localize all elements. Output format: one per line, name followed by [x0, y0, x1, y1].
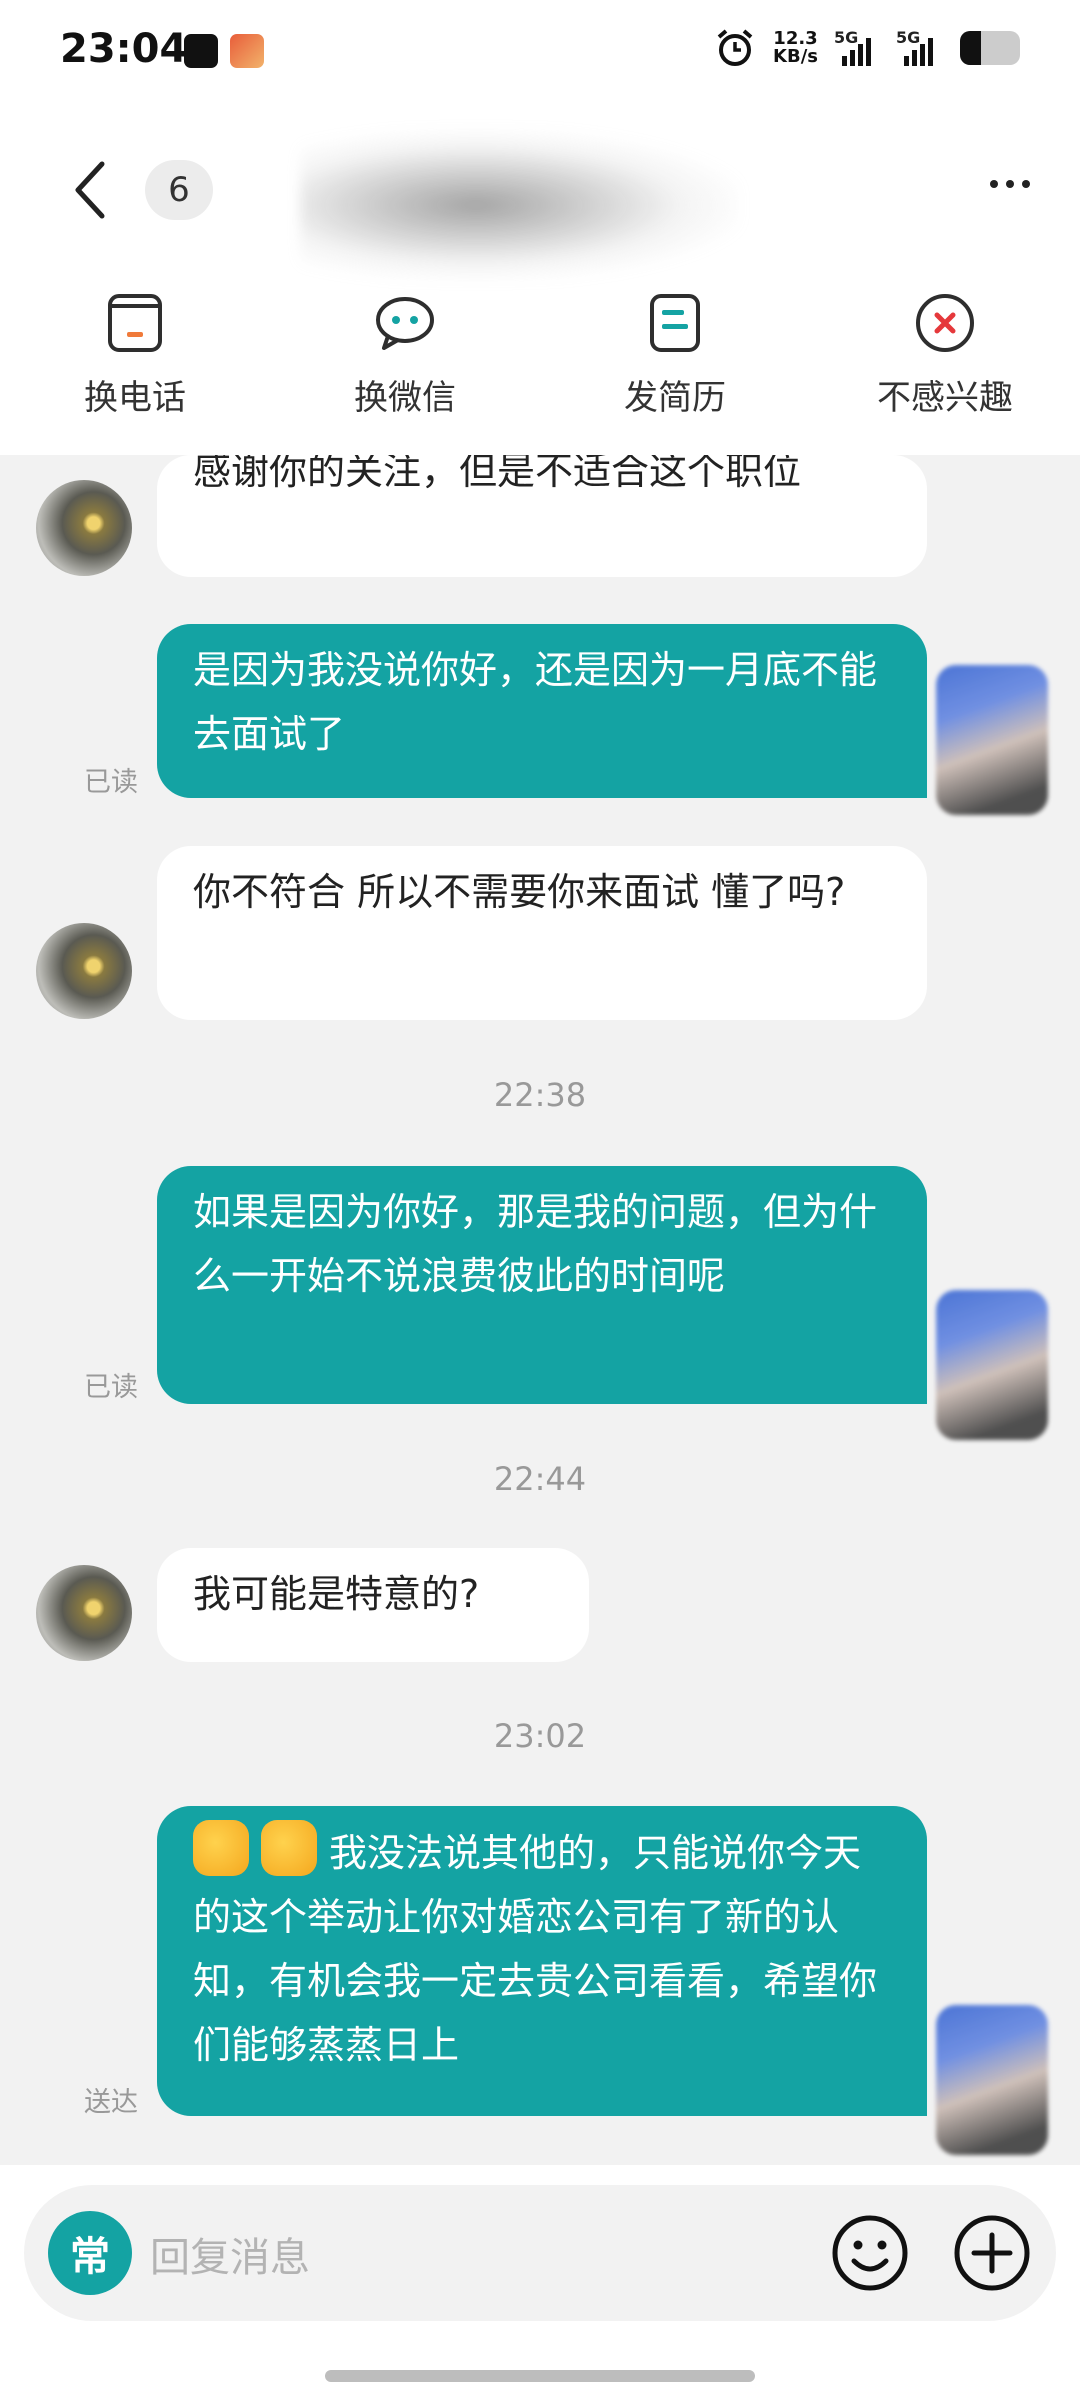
- swap-phone-label: 换电话: [84, 378, 186, 418]
- battery-fill: [960, 31, 981, 65]
- not-interested-icon: [916, 294, 974, 352]
- more-options-icon[interactable]: [990, 180, 1030, 188]
- signal-label: 5G: [834, 28, 859, 47]
- wechat-bubble-icon: [376, 297, 434, 350]
- status-bar: 23:04 12.3 KB/s 5G 5G: [0, 0, 1080, 100]
- emoji-icon[interactable]: [830, 2213, 910, 2293]
- quick-actions: 换电话 换微信 发简历 不感兴趣: [0, 290, 1080, 419]
- not-interested-button[interactable]: 不感兴趣: [810, 290, 1080, 419]
- recruiter-avatar[interactable]: [36, 923, 132, 1019]
- home-indicator[interactable]: [325, 2370, 755, 2382]
- timestamp: 22:38: [493, 1076, 587, 1114]
- outgoing-message[interactable]: 是因为我没说你好，还是因为一月底不能去面试了: [157, 624, 927, 798]
- my-avatar[interactable]: [936, 1290, 1048, 1440]
- message-input-placeholder[interactable]: 回复消息: [150, 2225, 310, 2283]
- outgoing-message[interactable]: 如果是因为你好，那是我的问题，但为什么一开始不说浪费彼此的时间呢: [157, 1166, 927, 1404]
- common-phrases-button[interactable]: 常: [48, 2211, 132, 2295]
- tiktok-icon: [184, 34, 218, 68]
- net-speed: 12.3 KB/s: [773, 30, 818, 66]
- read-status: 已读: [84, 1372, 138, 1403]
- plus-icon[interactable]: [952, 2213, 1032, 2293]
- phone-card-icon: [108, 294, 162, 352]
- message-input[interactable]: 常 回复消息: [24, 2185, 1056, 2321]
- input-bar: 常 回复消息: [0, 2165, 1080, 2400]
- read-status: 已读: [84, 767, 138, 798]
- incoming-message[interactable]: 感谢你的关注，但是不适合这个职位: [157, 455, 927, 577]
- send-resume-label: 发简历: [624, 378, 726, 418]
- swap-wechat-label: 换微信: [354, 378, 456, 418]
- my-avatar[interactable]: [936, 2005, 1048, 2155]
- alarm-icon: [717, 29, 753, 66]
- swap-phone-button[interactable]: 换电话: [0, 290, 270, 419]
- outgoing-message[interactable]: 我没法说其他的，只能说你今天的这个举动让你对婚恋公司有了新的认知，有机会我一定去…: [157, 1806, 927, 2116]
- message-text: 你不符合 所以不需要你来面试 懂了吗?: [193, 870, 846, 914]
- incoming-message[interactable]: 你不符合 所以不需要你来面试 懂了吗?: [157, 846, 927, 1020]
- signal-icon-2: 5G: [896, 28, 942, 66]
- resume-icon: [650, 294, 700, 352]
- chat-header: 6 换电话 换微信 发简历 不感兴趣: [0, 100, 1080, 455]
- message-text: 是因为我没说你好，还是因为一月底不能去面试了: [193, 648, 878, 756]
- thumbs-up-emoji: [261, 1820, 317, 1876]
- timestamp: 23:02: [493, 1717, 587, 1755]
- message-text: 如果是因为你好，那是我的问题，但为什么一开始不说浪费彼此的时间呢: [193, 1190, 878, 1298]
- timestamp: 22:44: [493, 1460, 587, 1498]
- net-speed-unit: KB/s: [773, 46, 818, 67]
- thumbs-up-emoji: [193, 1820, 249, 1876]
- signal-icon: 5G: [834, 28, 880, 66]
- unread-count-badge[interactable]: 6: [145, 160, 213, 220]
- blurred-contact-name: [300, 130, 740, 280]
- my-avatar[interactable]: [936, 665, 1048, 815]
- delivered-status: 送达: [84, 2087, 138, 2118]
- back-arrow-icon[interactable]: [70, 160, 110, 220]
- game-app-icon: [230, 34, 264, 68]
- battery-icon: [960, 31, 1020, 65]
- signal-label-2: 5G: [896, 28, 921, 47]
- status-time: 23:04: [60, 26, 188, 72]
- not-interested-label: 不感兴趣: [877, 378, 1013, 418]
- incoming-message[interactable]: 我可能是特意的?: [157, 1548, 589, 1662]
- recruiter-avatar[interactable]: [36, 1565, 132, 1661]
- send-resume-button[interactable]: 发简历: [540, 290, 810, 419]
- recruiter-avatar[interactable]: [36, 480, 132, 576]
- status-right-group: 12.3 KB/s 5G 5G: [715, 28, 1020, 68]
- message-text: 我可能是特意的?: [193, 1572, 480, 1616]
- swap-wechat-button[interactable]: 换微信: [270, 290, 540, 419]
